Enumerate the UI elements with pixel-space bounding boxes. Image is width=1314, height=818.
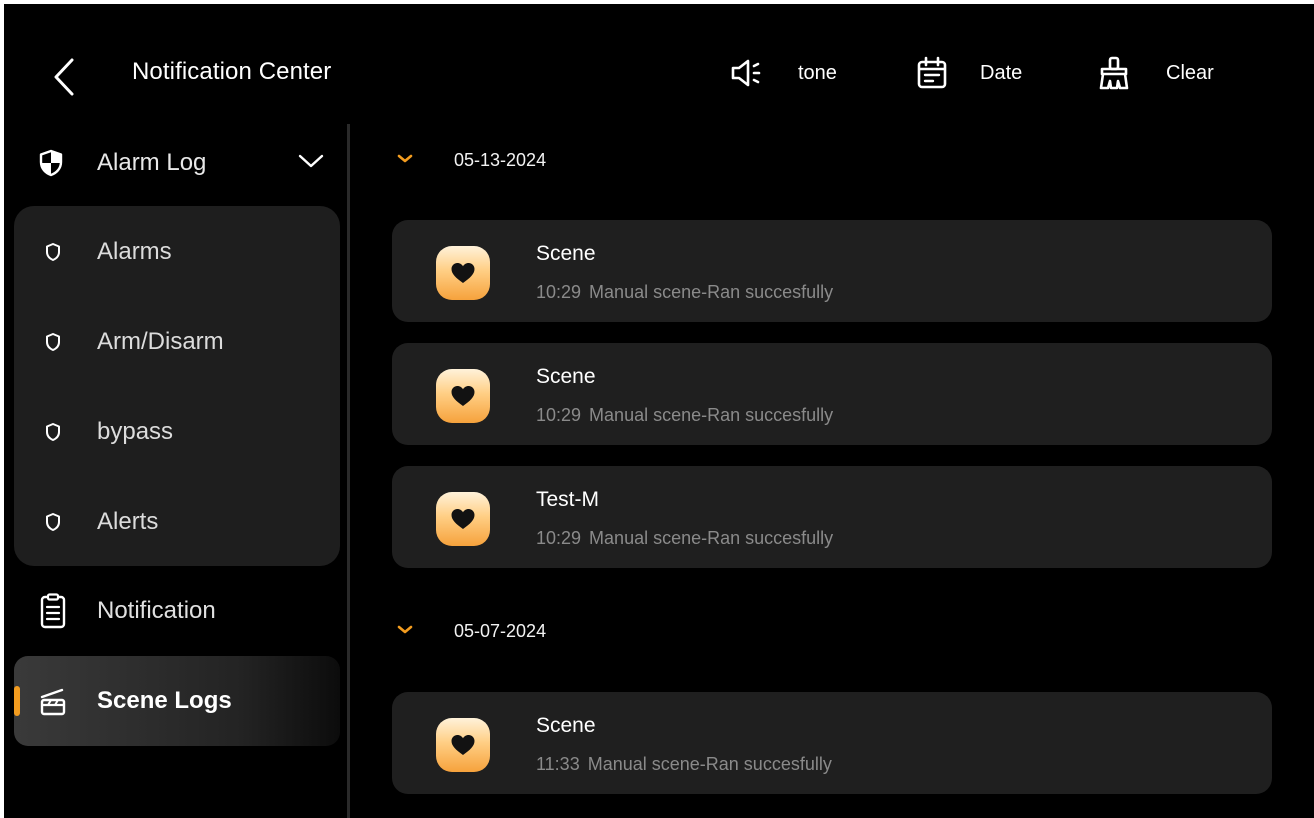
clapperboard-icon <box>40 688 66 716</box>
sidebar: Alarm Log Alarms Arm/Disarm bypass Alert… <box>14 124 340 818</box>
sidebar-divider <box>347 124 350 818</box>
scene-app-icon <box>436 246 490 300</box>
scene-app-icon <box>436 369 490 423</box>
sidebar-group-label: Alarm Log <box>97 149 207 176</box>
date-group-header[interactable]: 05-13-2024 <box>390 140 546 180</box>
chevron-down-icon <box>397 625 413 634</box>
log-entry-time: 10:29 <box>536 528 582 548</box>
scene-app-icon <box>436 718 490 772</box>
sidebar-item-label: Alerts <box>97 508 159 535</box>
sidebar-group-alarm-log[interactable]: Alarm Log <box>14 136 340 190</box>
date-button[interactable]: Date <box>912 50 1022 96</box>
chevron-left-icon <box>54 58 74 96</box>
sidebar-item-label: Scene Logs <box>97 687 232 714</box>
clear-button[interactable]: Clear <box>1094 50 1214 96</box>
alarm-log-submenu: Alarms Arm/Disarm bypass Alerts <box>14 206 340 566</box>
heart-icon <box>451 735 475 755</box>
log-entry-title: Scene <box>536 365 596 388</box>
shield-icon <box>39 149 63 177</box>
chevron-down-icon <box>397 154 413 163</box>
sidebar-item-notification[interactable]: Notification <box>14 566 340 656</box>
back-button[interactable] <box>44 54 84 100</box>
log-entry-detail: 10:29 Manual scene-Ran succesfully <box>536 282 833 303</box>
screen: Notification Center tone Date Clear Alar… <box>4 4 1314 818</box>
log-entry-message: Manual scene-Ran succesfully <box>587 754 832 774</box>
chevron-down-icon <box>298 154 324 168</box>
scene-app-icon <box>436 492 490 546</box>
sidebar-item-arm-disarm[interactable]: Arm/Disarm <box>14 312 340 372</box>
active-indicator <box>14 686 20 716</box>
log-entry-message: Manual scene-Ran succesfully <box>589 405 834 425</box>
log-entry-detail: 10:29 Manual scene-Ran succesfully <box>536 405 833 426</box>
sidebar-item-bypass[interactable]: bypass <box>14 402 340 462</box>
clear-label: Clear <box>1166 61 1214 84</box>
broom-icon <box>1094 53 1134 93</box>
sidebar-item-label: Arm/Disarm <box>97 328 224 355</box>
date-label: 05-13-2024 <box>454 149 547 170</box>
clipboard-icon <box>40 593 66 629</box>
tone-button[interactable]: tone <box>726 50 837 96</box>
log-entry-card[interactable]: Scene 10:29 Manual scene-Ran succesfully <box>392 220 1272 322</box>
log-entry-card[interactable]: Scene 11:33 Manual scene-Ran succesfully <box>392 692 1272 794</box>
heart-icon <box>451 386 475 406</box>
log-entry-message: Manual scene-Ran succesfully <box>589 282 834 302</box>
sidebar-item-alarms[interactable]: Alarms <box>14 222 340 282</box>
log-entry-title: Test-M <box>536 488 599 511</box>
log-entry-title: Scene <box>536 714 596 737</box>
log-entry-detail: 10:29 Manual scene-Ran succesfully <box>536 528 833 549</box>
log-entry-card[interactable]: Test-M 10:29 Manual scene-Ran succesfully <box>392 466 1272 568</box>
calendar-icon <box>912 53 952 93</box>
log-entry-message: Manual scene-Ran succesfully <box>589 528 834 548</box>
log-entry-time: 11:33 <box>536 754 580 774</box>
date-label: Date <box>980 61 1023 84</box>
heart-icon <box>451 263 475 283</box>
heart-icon <box>451 509 475 529</box>
date-group-header[interactable]: 05-07-2024 <box>390 611 546 651</box>
sidebar-item-label: bypass <box>97 418 174 445</box>
shield-outline-icon <box>46 243 60 261</box>
shield-outline-icon <box>46 333 60 351</box>
log-entry-title: Scene <box>536 242 596 265</box>
sidebar-item-alerts[interactable]: Alerts <box>14 492 340 552</box>
page-title: Notification Center <box>132 58 332 85</box>
shield-outline-icon <box>46 513 60 531</box>
speaker-icon <box>726 53 766 93</box>
log-entry-time: 10:29 <box>536 282 582 302</box>
tone-label: tone <box>798 61 837 84</box>
sidebar-item-label: Notification <box>97 597 216 624</box>
shield-outline-icon <box>46 423 60 441</box>
log-entry-detail: 11:33 Manual scene-Ran succesfully <box>536 754 832 775</box>
log-entry-time: 10:29 <box>536 405 582 425</box>
sidebar-item-scene-logs[interactable]: Scene Logs <box>14 656 340 746</box>
log-entry-card[interactable]: Scene 10:29 Manual scene-Ran succesfully <box>392 343 1272 445</box>
date-label: 05-07-2024 <box>454 620 547 641</box>
sidebar-item-label: Alarms <box>97 238 172 265</box>
